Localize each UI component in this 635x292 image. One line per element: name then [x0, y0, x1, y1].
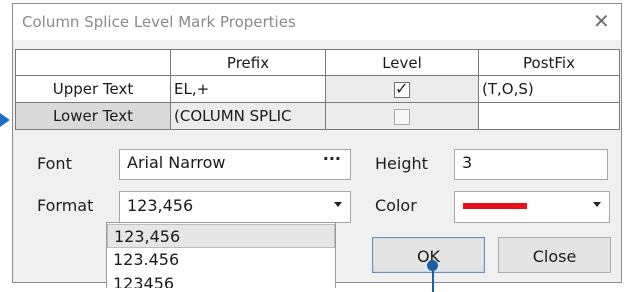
upper-level-checkbox[interactable]: ✓ — [394, 78, 410, 98]
color-label: Color — [375, 196, 417, 215]
chevron-down-icon[interactable] — [593, 202, 601, 207]
close-icon[interactable]: ✕ — [593, 9, 610, 33]
pointer-arrow-left-icon — [0, 113, 10, 127]
height-input[interactable]: 3 — [454, 149, 608, 180]
height-label: Height — [375, 154, 428, 173]
lower-level-checkbox[interactable] — [394, 108, 410, 125]
format-option[interactable]: 123456 — [107, 272, 335, 288]
font-browse-button[interactable]: ··· — [323, 149, 341, 168]
title-bar: Column Splice Level Mark Properties ✕ — [13, 4, 621, 40]
upper-prefix-cell[interactable]: EL,+ — [170, 75, 326, 103]
format-option[interactable]: 123,456 — [107, 224, 335, 248]
dialog-title: Column Splice Level Mark Properties — [22, 13, 296, 31]
chevron-down-icon[interactable] — [334, 202, 342, 207]
format-dropdown-list: 123,456 123.456 123456 — [106, 222, 336, 288]
lower-postfix-cell[interactable] — [478, 102, 620, 130]
row-header-upper[interactable]: Upper Text — [15, 75, 171, 103]
font-field[interactable]: Arial Narrow ··· — [119, 149, 351, 180]
format-value: 123,456 — [127, 196, 194, 215]
close-button[interactable]: Close — [498, 237, 611, 273]
column-header-prefix: Prefix — [170, 49, 326, 76]
column-header-level: Level — [325, 49, 479, 76]
row-header-lower[interactable]: Lower Text — [15, 102, 171, 130]
lower-prefix-cell[interactable]: (COLUMN SPLIC — [170, 102, 326, 130]
color-select[interactable] — [454, 191, 610, 223]
format-select[interactable]: 123,456 — [119, 191, 351, 223]
checkmark-icon: ✓ — [395, 78, 409, 98]
font-label: Font — [37, 154, 72, 173]
color-swatch — [463, 203, 527, 209]
close-button-label: Close — [532, 247, 577, 266]
column-header-postfix: PostFix — [478, 49, 620, 76]
pointer-dot-icon — [427, 260, 438, 271]
format-label: Format — [37, 196, 94, 215]
text-grid: Prefix Level PostFix Upper Text EL,+ ✓ (… — [15, 49, 620, 130]
upper-level-cell[interactable]: ✓ — [325, 75, 479, 103]
format-option[interactable]: 123.456 — [107, 248, 335, 272]
upper-postfix-cell[interactable]: (T,O,S) — [478, 75, 620, 103]
height-value: 3 — [462, 153, 473, 172]
font-value: Arial Narrow — [127, 153, 226, 172]
lower-level-cell[interactable] — [325, 102, 479, 130]
grid-corner — [15, 49, 171, 76]
